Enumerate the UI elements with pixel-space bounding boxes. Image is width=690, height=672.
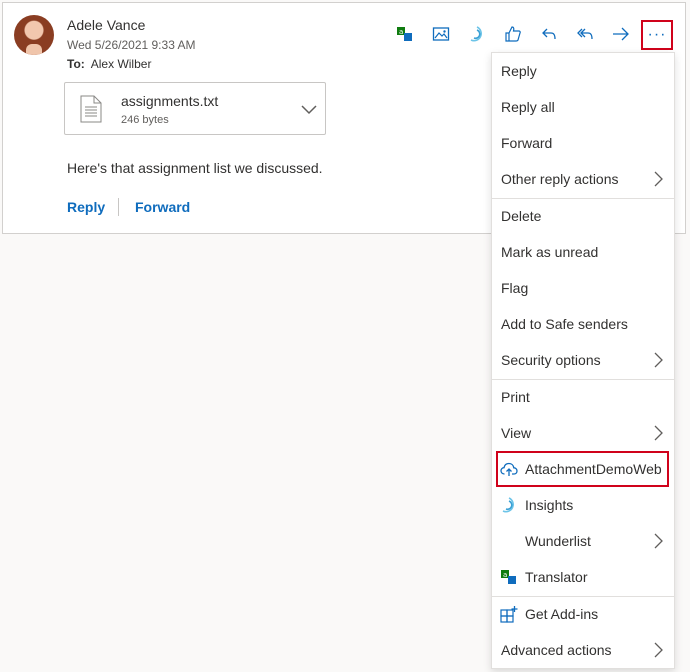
menu-item-delete[interactable]: Delete xyxy=(492,198,674,234)
translator-button[interactable]: a xyxy=(390,22,420,50)
chevron-right-icon xyxy=(652,352,664,368)
quick-reply-link[interactable]: Reply xyxy=(67,199,105,215)
attachment-name: assignments.txt xyxy=(121,93,219,109)
attachment-card[interactable]: assignments.txt 246 bytes xyxy=(64,82,326,135)
menu-item-print[interactable]: Print xyxy=(492,379,674,415)
image-icon xyxy=(432,25,450,48)
menu-item-wunderlist[interactable]: Wunderlist xyxy=(492,523,674,559)
menu-item-view[interactable]: View xyxy=(492,415,674,451)
menu-item-label: Mark as unread xyxy=(501,244,599,260)
like-button[interactable] xyxy=(498,22,528,50)
translator-icon: a xyxy=(396,25,414,48)
menu-item-forward[interactable]: Forward xyxy=(492,125,674,161)
reply-icon xyxy=(540,25,558,48)
message-body: Here's that assignment list we discussed… xyxy=(67,160,323,176)
menu-item-other-reply-actions[interactable]: Other reply actions xyxy=(492,161,674,197)
to-label: To: xyxy=(67,57,85,71)
reply-all-icon xyxy=(576,25,594,48)
reply-all-button[interactable] xyxy=(570,22,600,50)
chevron-right-icon xyxy=(652,642,664,658)
menu-item-flag[interactable]: Flag xyxy=(492,270,674,306)
menu-item-insights[interactable]: Insights xyxy=(492,487,674,523)
menu-item-label: Get Add-ins xyxy=(525,606,599,622)
like-icon xyxy=(504,25,522,48)
recipient-line: To: Alex Wilber xyxy=(67,57,151,71)
more-actions-menu: Reply Reply all Forward Other reply acti… xyxy=(491,52,675,669)
cloud-upload-icon xyxy=(500,460,518,478)
chevron-right-icon xyxy=(652,425,664,441)
menu-item-label: Flag xyxy=(501,280,529,296)
menu-item-safe-senders[interactable]: Add to Safe senders xyxy=(492,306,674,342)
menu-item-attachmentdemoweb[interactable]: AttachmentDemoWeb xyxy=(492,451,674,487)
more-actions-icon: ··· xyxy=(647,26,667,43)
quick-actions-divider xyxy=(118,198,119,216)
menu-item-advanced-actions[interactable]: Advanced actions xyxy=(492,632,674,668)
menu-item-label: Add to Safe senders xyxy=(501,316,628,332)
insights-button[interactable] xyxy=(462,22,492,50)
menu-item-label: Reply all xyxy=(501,99,555,115)
forward-button[interactable] xyxy=(606,22,636,50)
translator-icon: a xyxy=(500,568,518,586)
menu-item-label: Advanced actions xyxy=(501,642,612,658)
chevron-right-icon xyxy=(652,171,664,187)
menu-item-label: Print xyxy=(501,389,530,405)
forward-icon xyxy=(612,25,630,48)
more-actions-button[interactable]: ··· xyxy=(641,20,673,50)
add-ins-icon xyxy=(500,605,518,623)
insights-icon xyxy=(468,25,486,48)
menu-item-label: Forward xyxy=(501,135,553,151)
sender-avatar[interactable] xyxy=(14,15,54,55)
attachment-size: 246 bytes xyxy=(121,114,169,126)
menu-item-reply[interactable]: Reply xyxy=(492,53,674,89)
reply-button[interactable] xyxy=(534,22,564,50)
menu-item-label: Security options xyxy=(501,352,601,368)
insights-icon xyxy=(500,496,518,514)
menu-item-label: Delete xyxy=(501,208,542,224)
message-date: Wed 5/26/2021 9:33 AM xyxy=(67,38,196,52)
menu-item-translator[interactable]: a Translator xyxy=(492,559,674,595)
chevron-right-icon xyxy=(652,533,664,549)
recipient-name[interactable]: Alex Wilber xyxy=(91,57,152,71)
quick-forward-link[interactable]: Forward xyxy=(135,199,190,215)
menu-item-label: Reply xyxy=(501,63,537,79)
menu-item-mark-unread[interactable]: Mark as unread xyxy=(492,234,674,270)
menu-item-label: Translator xyxy=(525,569,588,585)
chevron-down-icon[interactable] xyxy=(299,99,319,119)
text-file-icon xyxy=(80,95,102,128)
menu-item-label: Insights xyxy=(525,497,574,513)
sender-name[interactable]: Adele Vance xyxy=(67,17,145,33)
menu-item-get-add-ins[interactable]: Get Add-ins xyxy=(492,596,674,632)
svg-text:a: a xyxy=(503,571,507,579)
menu-item-label: Other reply actions xyxy=(501,171,619,187)
svg-text:a: a xyxy=(399,28,403,36)
menu-item-label: Wunderlist xyxy=(525,533,591,549)
menu-item-reply-all[interactable]: Reply all xyxy=(492,89,674,125)
menu-item-security-options[interactable]: Security options xyxy=(492,342,674,378)
menu-item-label: AttachmentDemoWeb xyxy=(525,461,662,477)
menu-item-label: View xyxy=(501,425,532,441)
image-button[interactable] xyxy=(426,22,456,50)
